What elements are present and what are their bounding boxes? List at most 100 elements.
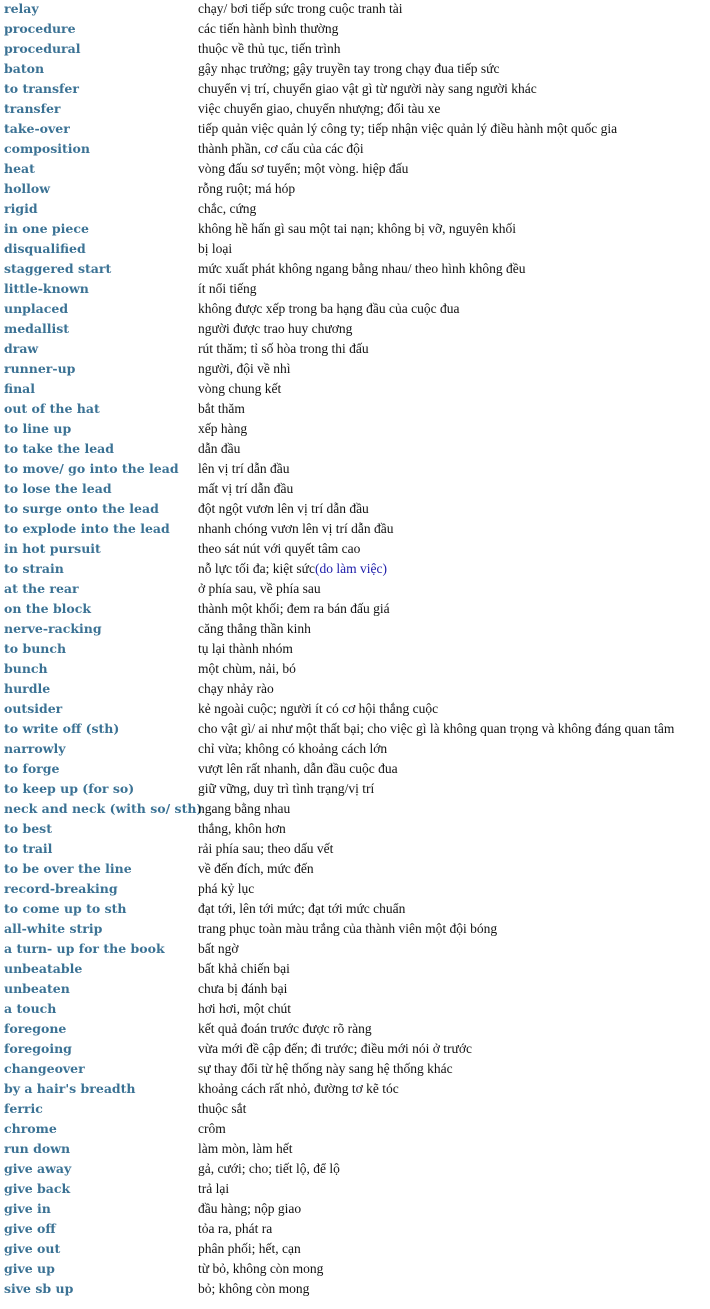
glossary-row: all-white strip trang phục toàn màu trắn…: [0, 920, 710, 940]
glossary-row: medallist người được trao huy chương: [0, 320, 710, 340]
definition: căng thẳng thần kinh: [198, 619, 311, 639]
definition: bị loại: [198, 239, 232, 259]
definition-text: ít nổi tiếng: [198, 281, 257, 296]
term: to strain: [4, 561, 64, 576]
definition-text: một chùm, nải, bó: [198, 661, 296, 676]
definition: chưa bị đánh bại: [198, 979, 287, 999]
glossary-row: staggered start mức xuất phát không ngan…: [0, 260, 710, 280]
definition: đạt tới, lên tới mức; đạt tới mức chuẩn: [198, 899, 405, 919]
definition: thuộc sắt: [198, 1099, 246, 1119]
definition-text: bắt thăm: [198, 401, 245, 416]
term: to be over the line: [4, 861, 132, 876]
glossary-row: give up từ bỏ, không còn mong: [0, 1260, 710, 1280]
glossary-row: bunch một chùm, nải, bó: [0, 660, 710, 680]
term: record-breaking: [4, 881, 118, 896]
term: unplaced: [4, 301, 69, 316]
definition-text: trang phục toàn màu trắng của thành viên…: [198, 921, 498, 936]
definition: thuộc về thủ tục, tiến trình: [198, 39, 340, 59]
definition-text: vừa mới đề cập đến; đi trước; điều mới n…: [198, 1041, 472, 1056]
definition: rải phía sau; theo dấu vết: [198, 839, 333, 859]
term: draw: [4, 341, 39, 356]
glossary-row: ferric thuộc sắt: [0, 1100, 710, 1120]
term: run down: [4, 1141, 71, 1156]
glossary-row: nerve-racking căng thẳng thần kinh: [0, 620, 710, 640]
term: little-known: [4, 281, 89, 296]
glossary-row: final vòng chung kết: [0, 380, 710, 400]
definition-text: trả lại: [198, 1181, 230, 1196]
definition: hơi hơi, một chút: [198, 999, 291, 1019]
glossary-row: transfer việc chuyển giao, chuyển nhượng…: [0, 100, 710, 120]
term: a turn- up for the book: [4, 941, 165, 956]
definition-text: mất vị trí dẫn đầu: [198, 481, 294, 496]
definition: mất vị trí dẫn đầu: [198, 479, 293, 499]
definition: ngang bằng nhau: [198, 799, 290, 819]
definition-text: không được xếp trong ba hạng đầu của cuộ…: [198, 301, 460, 316]
glossary-row: procedural thuộc về thủ tục, tiến trình: [0, 40, 710, 60]
term: to write off (sth): [4, 721, 120, 736]
definition-text: lên vị trí dẫn đầu: [198, 461, 290, 476]
definition-text: tỏa ra, phát ra: [198, 1221, 273, 1236]
definition: mức xuất phát không ngang bằng nhau/ the…: [198, 259, 526, 279]
glossary-row: baton gậy nhạc trưởng; gậy truyền tay tr…: [0, 60, 710, 80]
term: at the rear: [4, 581, 79, 596]
glossary-row: disqualified bị loại: [0, 240, 710, 260]
term: procedure: [4, 21, 76, 36]
definition: người, đội về nhì: [198, 359, 290, 379]
glossary-row: sive sb up bỏ; không còn mong: [0, 1280, 710, 1300]
definition: ít nổi tiếng: [198, 279, 257, 299]
glossary-row: to surge onto the lead đột ngột vươn lên…: [0, 500, 710, 520]
definition-text: người được trao huy chương: [198, 321, 353, 336]
definition: theo sát nút với quyết tâm cao: [198, 539, 360, 559]
glossary-row: procedure các tiến hành bình thường: [0, 20, 710, 40]
definition: chạy/ bơi tiếp sức trong cuộc tranh tài: [198, 0, 403, 19]
definition-text: gả, cưới; cho; tiết lộ, để lộ: [198, 1161, 340, 1176]
glossary-row: changeover sự thay đổi từ hệ thống này s…: [0, 1060, 710, 1080]
definition: về đến đích, mức đến: [198, 859, 314, 879]
term: to trail: [4, 841, 53, 856]
definition: lên vị trí dẫn đầu: [198, 459, 289, 479]
definition: làm mòn, làm hết: [198, 1139, 292, 1159]
glossary-row: unplaced không được xếp trong ba hạng đầ…: [0, 300, 710, 320]
definition-text: khoảng cách rất nhỏ, đường tơ kẽ tóc: [198, 1081, 399, 1096]
definition: người được trao huy chương: [198, 319, 352, 339]
glossary-row: unbeaten chưa bị đánh bại: [0, 980, 710, 1000]
definition-text: gậy nhạc trưởng; gậy truyền tay trong ch…: [198, 61, 500, 76]
definition: đầu hàng; nộp giao: [198, 1199, 301, 1219]
definition-text: chạy nhảy rào: [198, 681, 274, 696]
definition: chuyển vị trí, chuyển giao vật gì từ ngư…: [198, 79, 537, 99]
term: all-white strip: [4, 921, 103, 936]
definition: cho vật gì/ ai như một thất bại; cho việ…: [198, 719, 674, 739]
definition: phân phối; hết, cạn: [198, 1239, 301, 1259]
definition: không được xếp trong ba hạng đầu của cuộ…: [198, 299, 460, 319]
term: relay: [4, 1, 39, 16]
definition: thắng, khôn hơn: [198, 819, 286, 839]
definition: tỏa ra, phát ra: [198, 1219, 272, 1239]
definition: rút thăm; tỉ số hòa trong thi đấu: [198, 339, 369, 359]
term: in one piece: [4, 221, 89, 236]
glossary-row: foregoing vừa mới đề cập đến; đi trước; …: [0, 1040, 710, 1060]
definition: thành một khối; đem ra bán đấu giá: [198, 599, 390, 619]
definition-text: crôm: [198, 1121, 226, 1136]
term: on the block: [4, 601, 92, 616]
definition-text: nỗ lực tối đa; kiệt sức: [198, 561, 315, 576]
term: foregone: [4, 1021, 67, 1036]
term: out of the hat: [4, 401, 100, 416]
definition-text: phân phối; hết, cạn: [198, 1241, 301, 1256]
definition-text: từ bỏ, không còn mong: [198, 1261, 324, 1276]
glossary-row: to come up to sth đạt tới, lên tới mức; …: [0, 900, 710, 920]
definition-text: thành một khối; đem ra bán đấu giá: [198, 601, 390, 616]
definition-text: bất khả chiến bại: [198, 961, 290, 976]
glossary-row: relay chạy/ bơi tiếp sức trong cuộc tran…: [0, 0, 710, 20]
term: nerve-racking: [4, 621, 102, 636]
definition-text: bị loại: [198, 241, 233, 256]
glossary-row: out of the hat bắt thăm: [0, 400, 710, 420]
definition: vừa mới đề cập đến; đi trước; điều mới n…: [198, 1039, 472, 1059]
definition-text: chuyển vị trí, chuyển giao vật gì từ ngư…: [198, 81, 537, 96]
glossary-row: to best thắng, khôn hơn: [0, 820, 710, 840]
definition-text: thành phần, cơ cấu của các đội: [198, 141, 364, 156]
glossary-row: give out phân phối; hết, cạn: [0, 1240, 710, 1260]
definition-text: tiếp quản việc quản lý công ty; tiếp nhậ…: [198, 121, 618, 136]
glossary-row: to forge vượt lên rất nhanh, dẫn đầu cuộ…: [0, 760, 710, 780]
definition-text: dẫn đầu: [198, 441, 241, 456]
term: give off: [4, 1221, 56, 1236]
